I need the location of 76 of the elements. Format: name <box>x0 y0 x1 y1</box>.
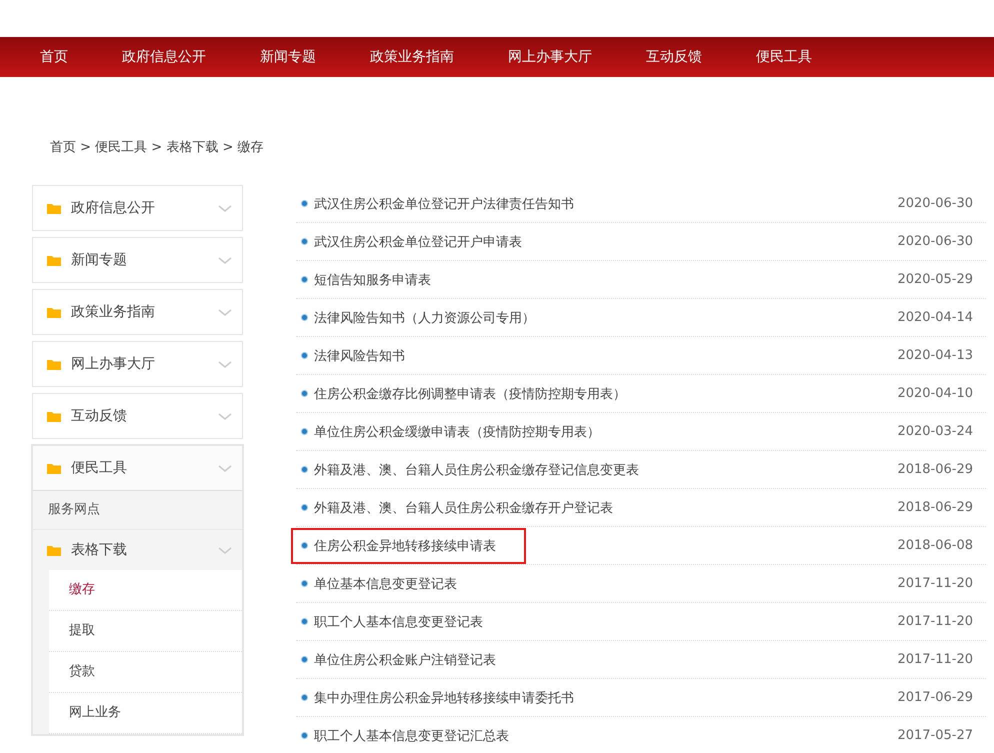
chevron-icon <box>218 464 232 472</box>
sidebar-item[interactable]: 新闻专题 <box>32 237 243 283</box>
date-text: 2020-04-14 <box>897 310 973 325</box>
document-link[interactable]: 职工个人基本信息变更登记汇总表 <box>314 726 509 744</box>
folder-icon <box>47 358 61 370</box>
date-text: 2018-06-29 <box>897 500 973 515</box>
date-text: 2017-06-29 <box>897 690 973 705</box>
bullet-icon <box>301 352 308 359</box>
chevron-icon <box>218 546 232 554</box>
date-text: 2020-06-30 <box>897 196 973 211</box>
bullet-icon <box>301 276 308 283</box>
chevron-icon <box>218 412 232 420</box>
nav-link[interactable]: 网上办事大厅 <box>508 48 592 66</box>
sidebar-link[interactable]: 贷款 <box>49 652 242 693</box>
date-text: 2017-11-20 <box>897 614 973 629</box>
date-text: 2017-11-20 <box>897 576 973 591</box>
date-text: 2020-03-24 <box>897 424 973 439</box>
date-text: 2020-04-10 <box>897 386 973 401</box>
bullet-icon <box>301 314 308 321</box>
bullet-icon <box>301 428 308 435</box>
chevron-icon <box>218 360 232 368</box>
bullet-icon <box>301 238 308 245</box>
document-link[interactable]: 单位住房公积金账户注销登记表 <box>314 650 496 668</box>
bullet-icon <box>301 390 308 397</box>
bullet-icon <box>301 542 308 549</box>
sidebar-link[interactable]: 提取 <box>49 611 242 652</box>
chevron-icon <box>218 256 232 264</box>
document-link[interactable]: 短信告知服务申请表 <box>314 270 431 288</box>
date-text: 2018-06-08 <box>897 538 973 553</box>
document-link[interactable]: 武汉住房公积金单位登记开户法律责任告知书 <box>314 194 574 212</box>
document-link[interactable]: 单位基本信息变更登记表 <box>314 574 457 592</box>
date-text: 2017-05-27 <box>897 728 973 743</box>
nav-link[interactable]: 便民工具 <box>756 48 812 66</box>
document-link[interactable]: 职工个人基本信息变更登记表 <box>314 612 483 630</box>
sidebar-link[interactable]: 缴存 <box>49 570 242 611</box>
nav-link[interactable]: 新闻专题 <box>260 48 316 66</box>
date-text: 2020-06-30 <box>897 234 973 249</box>
nav-link[interactable]: 首页 <box>40 48 68 66</box>
document-link[interactable]: 住房公积金缴存比例调整申请表（疫情防控期专用表） <box>314 384 626 402</box>
bullet-icon <box>301 732 308 739</box>
bullet-icon <box>301 694 308 701</box>
date-text: 2017-11-20 <box>897 652 973 667</box>
chevron-icon <box>218 308 232 316</box>
folder-icon <box>47 410 61 422</box>
bullet-icon <box>301 200 308 207</box>
date-text: 2018-06-29 <box>897 462 973 477</box>
sidebar-item[interactable]: 政策业务指南 <box>32 289 243 335</box>
bullet-icon <box>301 618 308 625</box>
date-text: 2020-04-13 <box>897 348 973 363</box>
document-link[interactable]: 集中办理住房公积金异地转移接续申请委托书 <box>314 688 574 706</box>
sidebar-item[interactable]: 互动反馈 <box>32 393 243 439</box>
sidebar-item[interactable]: 政府信息公开 <box>32 185 243 231</box>
bullet-icon <box>301 580 308 587</box>
document-link[interactable]: 法律风险告知书（人力资源公司专用） <box>314 308 535 326</box>
document-link[interactable]: 单位住房公积金缓缴申请表（疫情防控期专用表） <box>314 422 600 440</box>
folder-icon <box>47 254 61 266</box>
document-link[interactable]: 武汉住房公积金单位登记开户申请表 <box>314 232 522 250</box>
nav-link[interactable]: 政府信息公开 <box>122 48 206 66</box>
nav-link[interactable]: 政策业务指南 <box>370 48 454 66</box>
sidebar-link[interactable]: 网上业务 <box>49 693 242 734</box>
folder-icon <box>47 306 61 318</box>
breadcrumb: 首页 > 便民工具 > 表格下载 > 缴存 <box>50 139 264 156</box>
folder-icon <box>47 462 61 474</box>
folder-icon <box>47 202 61 214</box>
bullet-icon <box>301 656 308 663</box>
bullet-icon <box>301 504 308 511</box>
chevron-icon <box>218 204 232 212</box>
document-link[interactable]: 法律风险告知书 <box>314 346 405 364</box>
document-link[interactable]: 外籍及港、澳、台籍人员住房公积金缴存开户登记表 <box>314 498 613 516</box>
bullet-icon <box>301 466 308 473</box>
folder-icon <box>47 544 61 556</box>
date-text: 2020-05-29 <box>897 272 973 287</box>
sidebar-item[interactable]: 网上办事大厅 <box>32 341 243 387</box>
nav-link[interactable]: 互动反馈 <box>646 48 702 66</box>
sidebar-item[interactable]: 便民工具 <box>32 445 243 491</box>
document-link[interactable]: 外籍及港、澳、台籍人员住房公积金缴存登记信息变更表 <box>314 460 639 478</box>
